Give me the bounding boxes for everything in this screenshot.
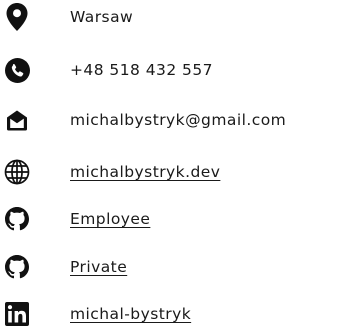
- website-link[interactable]: michalbystryk.dev: [70, 163, 220, 181]
- globe-icon: [0, 155, 34, 189]
- contact-website[interactable]: michalbystryk.dev: [0, 155, 343, 189]
- github-employee-link[interactable]: Employee: [70, 210, 150, 228]
- contact-phone: +48 518 432 557: [0, 53, 343, 87]
- contact-github-employee[interactable]: Employee: [0, 202, 343, 236]
- contact-location: Warsaw: [0, 0, 343, 34]
- phone-text: +48 518 432 557: [70, 61, 213, 79]
- github-private-link[interactable]: Private: [70, 258, 127, 276]
- github-icon: [0, 202, 34, 236]
- map-pin-icon: [0, 0, 34, 34]
- github-icon: [0, 250, 34, 284]
- location-text: Warsaw: [70, 8, 134, 26]
- phone-icon: [0, 53, 34, 87]
- contact-linkedin[interactable]: michal-bystryk: [0, 297, 343, 329]
- email-text: michalbystryk@gmail.com: [70, 111, 287, 129]
- contact-github-private[interactable]: Private: [0, 250, 343, 284]
- linkedin-link[interactable]: michal-bystryk: [70, 305, 191, 323]
- contact-email: michalbystryk@gmail.com: [0, 103, 343, 137]
- envelope-icon: [0, 103, 34, 137]
- linkedin-icon: [0, 297, 34, 329]
- contact-list: Warsaw +48 518 432 557 michalbystryk@gma…: [0, 0, 343, 329]
